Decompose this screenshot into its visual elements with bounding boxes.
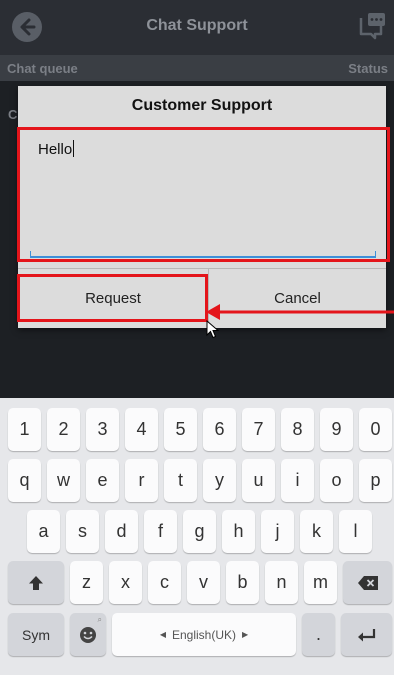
enter-icon [357, 628, 375, 641]
key-5[interactable]: 5 [164, 408, 197, 451]
enter-key[interactable] [341, 613, 392, 656]
key-0[interactable]: 0 [359, 408, 392, 451]
key-a[interactable]: a [27, 510, 60, 553]
key-p[interactable]: p [359, 459, 392, 502]
language-label: English(UK) [171, 627, 237, 642]
chat-bubble-icon[interactable] [355, 10, 387, 42]
queue-item-peek: C [8, 107, 18, 122]
annotation-box-message [17, 127, 390, 262]
mouse-cursor-icon [206, 320, 220, 339]
period-key[interactable]: . [302, 613, 335, 656]
key-6[interactable]: 6 [203, 408, 236, 451]
key-y[interactable]: y [203, 459, 236, 502]
queue-subheader: Chat queue Status [0, 55, 394, 81]
shift-key[interactable] [8, 561, 64, 604]
backspace-key[interactable] [343, 561, 392, 604]
key-q[interactable]: q [8, 459, 41, 502]
sym-key[interactable]: Sym [8, 613, 64, 656]
key-j[interactable]: j [261, 510, 294, 553]
key-u[interactable]: u [242, 459, 275, 502]
dialog-title: Customer Support [131, 97, 273, 114]
annotation-arrow-icon [206, 304, 394, 320]
key-l[interactable]: l [339, 510, 372, 553]
key-o[interactable]: o [320, 459, 353, 502]
annotation-box-request [17, 274, 208, 322]
key-r[interactable]: r [125, 459, 158, 502]
key-4[interactable]: 4 [125, 408, 158, 451]
key-n[interactable]: n [265, 561, 298, 604]
chat-queue-label: Chat queue [7, 61, 78, 76]
status-label: Status [348, 61, 388, 76]
backspace-icon [357, 575, 378, 590]
key-f[interactable]: f [144, 510, 177, 553]
language-left-arrow-icon: ◀ [159, 630, 166, 639]
emoji-icon [80, 626, 96, 643]
app-title: Chat Support [146, 17, 248, 34]
soft-keyboard: 1 2 3 4 5 6 7 8 9 0 q w e r t y u i o p … [0, 398, 394, 675]
key-c[interactable]: c [148, 561, 181, 604]
key-h[interactable]: h [222, 510, 255, 553]
app-header: Chat Support [0, 0, 394, 55]
key-e[interactable]: e [86, 459, 119, 502]
key-x[interactable]: x [109, 561, 142, 604]
key-s[interactable]: s [66, 510, 99, 553]
emoji-hint: ⌕ [97, 615, 102, 624]
key-t[interactable]: t [164, 459, 197, 502]
key-8[interactable]: 8 [281, 408, 314, 451]
shift-icon [29, 575, 43, 590]
key-7[interactable]: 7 [242, 408, 275, 451]
language-right-arrow-icon: ▶ [242, 630, 249, 639]
key-m[interactable]: m [304, 561, 337, 604]
key-b[interactable]: b [226, 561, 259, 604]
key-9[interactable]: 9 [320, 408, 353, 451]
key-2[interactable]: 2 [47, 408, 80, 451]
key-k[interactable]: k [300, 510, 333, 553]
space-key[interactable]: ◀ English(UK) ▶ [112, 613, 296, 656]
key-v[interactable]: v [187, 561, 220, 604]
key-g[interactable]: g [183, 510, 216, 553]
key-i[interactable]: i [281, 459, 314, 502]
key-z[interactable]: z [70, 561, 103, 604]
key-1[interactable]: 1 [8, 408, 41, 451]
key-3[interactable]: 3 [86, 408, 119, 451]
key-d[interactable]: d [105, 510, 138, 553]
emoji-key[interactable]: ⌕ [70, 613, 106, 656]
key-w[interactable]: w [47, 459, 80, 502]
